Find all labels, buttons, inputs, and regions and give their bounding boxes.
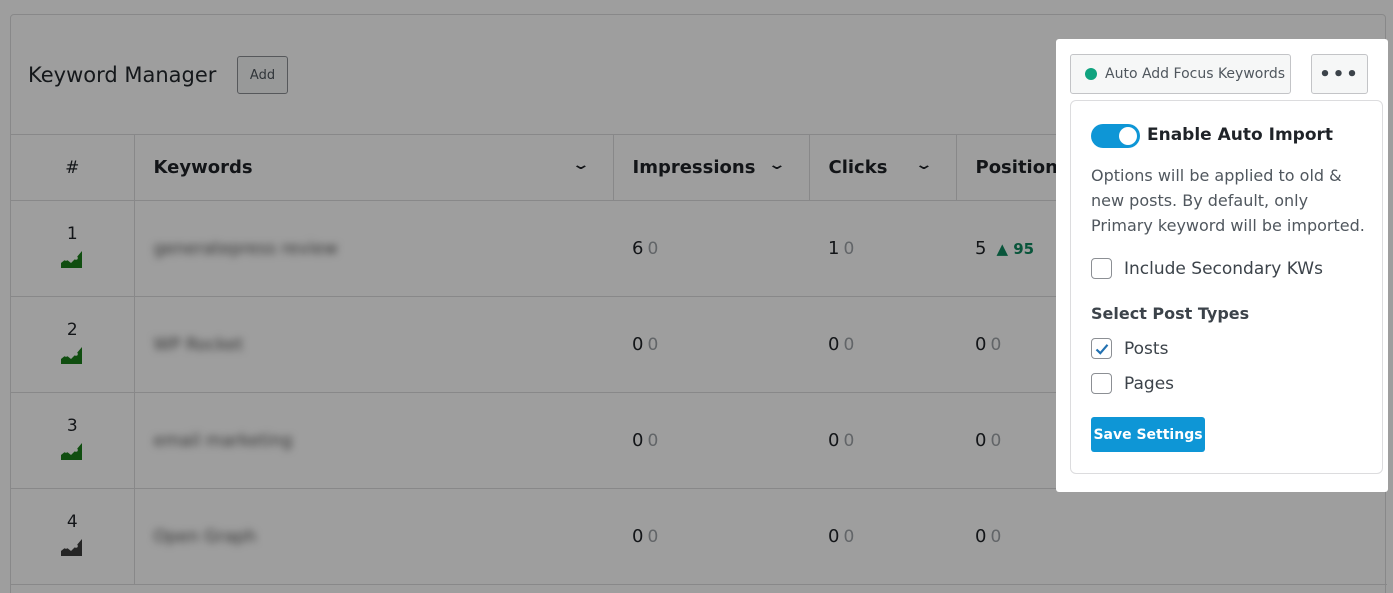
check-icon <box>1095 343 1108 355</box>
include-secondary-kws-option[interactable]: Include Secondary KWs <box>1091 258 1323 279</box>
include-secondary-kws-label: Include Secondary KWs <box>1124 258 1323 279</box>
include-secondary-kws-checkbox[interactable] <box>1091 258 1112 279</box>
toggle-knob <box>1119 127 1137 145</box>
post-type-posts-label: Posts <box>1124 338 1169 359</box>
settings-description: Options will be applied to old & new pos… <box>1091 166 1365 235</box>
save-settings-button[interactable]: Save Settings <box>1091 417 1205 452</box>
status-dot <box>1085 68 1097 80</box>
enable-auto-import-toggle[interactable] <box>1091 124 1140 148</box>
auto-add-focus-keywords-label: Auto Add Focus Keywords <box>1105 66 1286 82</box>
more-options-button[interactable]: ••• <box>1311 54 1368 94</box>
post-type-pages-label: Pages <box>1124 373 1175 394</box>
auto-add-focus-keywords-button[interactable]: Auto Add Focus Keywords <box>1070 54 1291 94</box>
post-type-posts-checkbox[interactable] <box>1091 338 1112 359</box>
post-types-title: Select Post Types <box>1091 304 1250 323</box>
post-type-posts-option[interactable]: Posts <box>1091 338 1168 359</box>
auto-import-settings-dropdown: Enable Auto Import Options will be appli… <box>1070 100 1383 474</box>
post-type-pages-checkbox[interactable] <box>1091 373 1112 394</box>
enable-auto-import-label: Enable Auto Import <box>1147 125 1334 145</box>
post-type-pages-option[interactable]: Pages <box>1091 373 1174 394</box>
